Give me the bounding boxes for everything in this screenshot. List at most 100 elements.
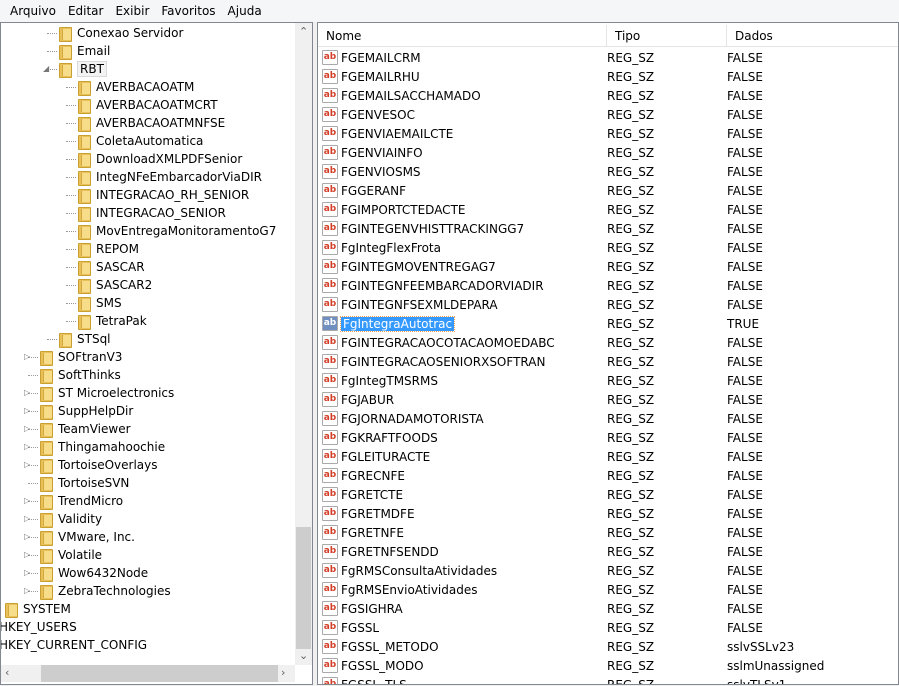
tree-item[interactable]: TeamViewer xyxy=(38,420,131,438)
table-row[interactable]: ab FGIMPORTCTEDACTE REG_SZ FALSE xyxy=(322,200,887,219)
tree-item[interactable]: SOFtranV3 xyxy=(38,348,122,366)
tree-item[interactable]: Conexao Servidor xyxy=(57,24,183,42)
tree-item[interactable]: AVERBACAOATMNFSE xyxy=(76,114,225,132)
tree-item[interactable]: HKEY_USERS xyxy=(1,618,77,636)
scroll-left-icon[interactable]: ‹ xyxy=(5,666,9,679)
table-row[interactable]: ab FGJABUR REG_SZ FALSE xyxy=(322,390,887,409)
table-row[interactable]: ab FGGERANF REG_SZ FALSE xyxy=(322,181,887,200)
table-row[interactable]: ab FGENVIAEMAILCTE REG_SZ FALSE xyxy=(322,124,887,143)
expand-arrow-icon[interactable]: ▷ xyxy=(24,550,30,559)
menu-arquivo[interactable]: Arquivo xyxy=(4,4,62,18)
table-row[interactable]: ab FgRMSConsultaAtividades REG_SZ FALSE xyxy=(322,561,887,580)
tree-item[interactable]: HKEY_CURRENT_CONFIG xyxy=(1,636,147,654)
expand-arrow-icon[interactable]: ▷ xyxy=(24,406,30,415)
menu-editar[interactable]: Editar xyxy=(62,4,110,18)
table-row[interactable]: ab FGENVIAINFO REG_SZ FALSE xyxy=(322,143,887,162)
expand-arrow-icon[interactable]: ▷ xyxy=(24,388,30,397)
expand-arrow-icon[interactable]: ▷ xyxy=(24,352,30,361)
table-row[interactable]: ab FGRETCTE REG_SZ FALSE xyxy=(322,485,887,504)
tree-item[interactable]: TortoiseOverlays xyxy=(38,456,158,474)
scroll-right-icon[interactable]: › xyxy=(281,666,285,679)
tree-item[interactable]: AVERBACAOATM xyxy=(76,78,194,96)
menu-ajuda[interactable]: Ajuda xyxy=(222,4,268,18)
tree-item[interactable]: SASCAR xyxy=(76,258,145,276)
scroll-thumb[interactable] xyxy=(296,527,311,649)
tree-item[interactable]: SMS xyxy=(76,294,122,312)
table-row[interactable]: ab FgIntegFlexFrota REG_SZ FALSE xyxy=(322,238,887,257)
value-data: FALSE xyxy=(727,354,763,369)
expand-arrow-icon[interactable]: ▷ xyxy=(24,460,30,469)
table-row[interactable]: ab FGENVIOSMS REG_SZ FALSE xyxy=(322,162,887,181)
tree-item[interactable]: SYSTEM xyxy=(3,600,71,618)
scroll-up-icon[interactable]: ⌃ xyxy=(299,25,308,38)
table-row[interactable]: ab FGSSL_METODO REG_SZ sslvSSLv23 xyxy=(322,637,887,656)
tree-item[interactable]: DownloadXMLPDFSenior xyxy=(76,150,242,168)
expand-arrow-icon[interactable]: ▷ xyxy=(24,532,30,541)
table-row[interactable]: ab FGKRAFTFOODS REG_SZ FALSE xyxy=(322,428,887,447)
menu-favoritos[interactable]: Favoritos xyxy=(155,4,221,18)
menu-exibir[interactable]: Exibir xyxy=(109,4,155,18)
expand-arrow-icon[interactable]: ▷ xyxy=(24,442,30,451)
tree-item[interactable]: SASCAR2 xyxy=(76,276,152,294)
tree-item[interactable]: Volatile xyxy=(38,546,102,564)
tree-item[interactable]: REPOM xyxy=(76,240,139,258)
expand-arrow-icon[interactable]: ▷ xyxy=(24,514,30,523)
collapse-arrow-icon[interactable]: ◢ xyxy=(43,64,49,73)
tree-item[interactable]: SoftThinks xyxy=(38,366,121,384)
column-header-name[interactable]: Nome xyxy=(318,25,607,47)
table-row[interactable]: ab FGSSL_MODO REG_SZ sslmUnassigned xyxy=(322,656,887,675)
tree-item[interactable]: ZebraTechnologies xyxy=(38,582,171,600)
expand-arrow-icon[interactable]: ▷ xyxy=(24,424,30,433)
tree-item[interactable]: SuppHelpDir xyxy=(38,402,133,420)
expand-arrow-icon[interactable]: ▷ xyxy=(24,568,30,577)
tree-connector xyxy=(66,123,76,124)
expand-arrow-icon[interactable]: ▷ xyxy=(24,586,30,595)
tree-item[interactable]: RBT xyxy=(57,60,107,78)
table-row[interactable]: ab FGJORNADAMOTORISTA REG_SZ FALSE xyxy=(322,409,887,428)
table-row[interactable]: ab FGINTEGMOVENTREGAG7 REG_SZ FALSE xyxy=(322,257,887,276)
scroll-down-icon[interactable]: ⌄ xyxy=(299,649,308,662)
table-row[interactable]: ab FGINTEGNFSEXMLDEPARA REG_SZ FALSE xyxy=(322,295,887,314)
table-row[interactable]: ab FgRMSEnvioAtividades REG_SZ FALSE xyxy=(322,580,887,599)
table-row[interactable]: ab FGRETMDFE REG_SZ FALSE xyxy=(322,504,887,523)
tree-item[interactable]: MovEntregaMonitoramentoG7 xyxy=(76,222,276,240)
table-row[interactable]: ab FgIntegTMSRMS REG_SZ FALSE xyxy=(322,371,887,390)
tree-horizontal-scrollbar[interactable]: ‹ › xyxy=(1,665,295,682)
tree-item[interactable]: INTEGRACAO_SENIOR xyxy=(76,204,226,222)
tree-item[interactable]: VMware, Inc. xyxy=(38,528,135,546)
tree-item[interactable]: Email xyxy=(57,42,110,60)
table-row[interactable]: ab FGSSL REG_SZ FALSE xyxy=(322,618,887,637)
tree-item[interactable]: Thingamahoochie xyxy=(38,438,165,456)
tree-item[interactable]: Wow6432Node xyxy=(38,564,148,582)
tree-item[interactable]: ST Microelectronics xyxy=(38,384,174,402)
table-row[interactable]: ab FGRETNFSENDD REG_SZ FALSE xyxy=(322,542,887,561)
table-row[interactable]: ab FGENVESOC REG_SZ FALSE xyxy=(322,105,887,124)
scroll-thumb[interactable] xyxy=(41,665,278,682)
table-row[interactable]: ab FGSIGHRA REG_SZ FALSE xyxy=(322,599,887,618)
expand-arrow-icon[interactable]: ▷ xyxy=(24,496,30,505)
table-row[interactable]: ab FGSSL_TLS REG_SZ sslvTLSv1 xyxy=(322,675,887,684)
column-header-type[interactable]: Tipo xyxy=(607,25,727,47)
tree-item[interactable]: INTEGRACAO_RH_SENIOR xyxy=(76,186,249,204)
table-row[interactable]: ab FgIntegraAutotrac REG_SZ TRUE xyxy=(322,314,887,333)
tree-item[interactable]: AVERBACAOATMCRT xyxy=(76,96,218,114)
table-row[interactable]: ab FGLEITURACTE REG_SZ FALSE xyxy=(322,447,887,466)
table-row[interactable]: ab FGEMAILRHU REG_SZ FALSE xyxy=(322,67,887,86)
tree-item[interactable]: Validity xyxy=(38,510,102,528)
table-row[interactable]: ab FGINTEGENVHISTTRACKINGG7 REG_SZ FALSE xyxy=(322,219,887,238)
tree-item[interactable]: TrendMicro xyxy=(38,492,123,510)
table-row[interactable]: ab FGINTEGRACAOCOTACAOMOEDABC REG_SZ FALSE xyxy=(322,333,887,352)
tree-item[interactable]: TetraPak xyxy=(76,312,147,330)
table-row[interactable]: ab FGINTEGRACAOSENIORXSOFTRAN REG_SZ FALSE xyxy=(322,352,887,371)
tree-vertical-scrollbar[interactable]: ⌃ ⌄ xyxy=(295,23,312,665)
table-row[interactable]: ab FGINTEGNFEEMBARCADORVIADIR REG_SZ FALSE xyxy=(322,276,887,295)
table-row[interactable]: ab FGEMAILSACCHAMADO REG_SZ FALSE xyxy=(322,86,887,105)
tree-item[interactable]: TortoiseSVN xyxy=(38,474,129,492)
tree-item[interactable]: IntegNFeEmbarcadorViaDIR xyxy=(76,168,262,186)
column-header-data[interactable]: Dados xyxy=(727,25,898,47)
tree-item[interactable]: STSql xyxy=(57,330,111,348)
tree-item[interactable]: ColetaAutomatica xyxy=(76,132,203,150)
table-row[interactable]: ab FGEMAILCRM REG_SZ FALSE xyxy=(322,48,887,67)
table-row[interactable]: ab FGRETNFE REG_SZ FALSE xyxy=(322,523,887,542)
table-row[interactable]: ab FGRECNFE REG_SZ FALSE xyxy=(322,466,887,485)
